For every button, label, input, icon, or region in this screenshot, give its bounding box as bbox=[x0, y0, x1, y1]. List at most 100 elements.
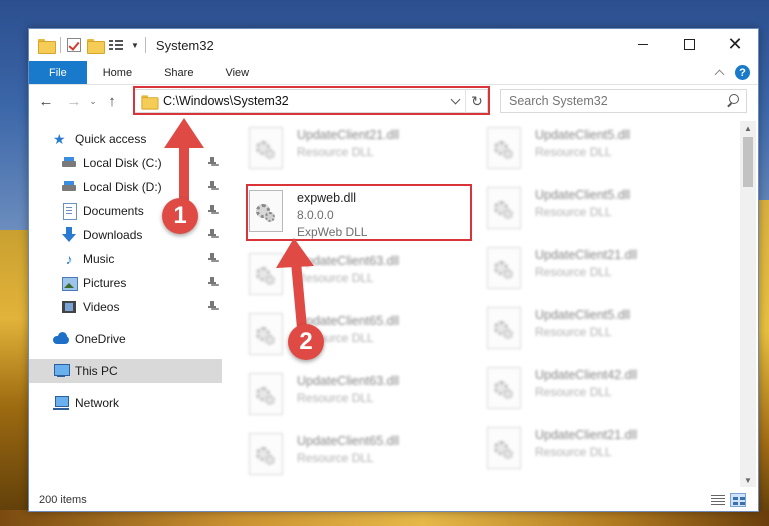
up-button[interactable]: ↑ bbox=[101, 90, 123, 112]
dll-file-icon bbox=[249, 313, 283, 355]
file-tile[interactable]: UpdateClient21.dll Resource DLL bbox=[487, 425, 717, 475]
file-tile[interactable]: UpdateClient63.dll Resource DLL bbox=[249, 251, 479, 301]
scrollbar-thumb[interactable] bbox=[743, 137, 753, 187]
sidebar-item-this-pc[interactable]: This PC bbox=[29, 359, 222, 383]
videos-icon bbox=[61, 299, 77, 315]
help-icon[interactable]: ? bbox=[735, 65, 750, 80]
address-folder-icon bbox=[141, 94, 159, 110]
file-tile[interactable]: UpdateClient5.dll Resource DLL bbox=[487, 125, 717, 175]
navigation-bar: ← → ⌄ ↑ C:\Windows\System32 ↻ bbox=[29, 85, 758, 117]
this-pc-icon bbox=[53, 363, 70, 379]
sidebar-item-label: This PC bbox=[75, 364, 118, 378]
recent-locations-button[interactable]: ⌄ bbox=[85, 90, 101, 112]
onedrive-icon bbox=[53, 331, 69, 347]
file-list: UpdateClient21.dll Resource DLL expweb.dl… bbox=[245, 121, 740, 487]
file-type: Resource DLL bbox=[297, 145, 374, 159]
address-path[interactable]: C:\Windows\System32 bbox=[163, 94, 447, 108]
file-tile[interactable]: UpdateClient42.dll Resource DLL bbox=[487, 365, 717, 415]
sidebar-item-label: Quick access bbox=[75, 132, 147, 146]
file-tile[interactable]: UpdateClient21.dll Resource DLL bbox=[487, 245, 717, 295]
file-type: Resource DLL bbox=[535, 265, 612, 279]
file-type: Resource DLL bbox=[297, 391, 374, 405]
tab-file[interactable]: File bbox=[29, 61, 87, 84]
dll-file-icon bbox=[249, 433, 283, 475]
tab-view[interactable]: View bbox=[209, 61, 265, 84]
file-tile[interactable]: UpdateClient65.dll Resource DLL bbox=[249, 311, 479, 361]
close-button[interactable]: ✕ bbox=[712, 29, 758, 59]
sidebar-item-pictures[interactable]: Pictures bbox=[29, 271, 222, 295]
address-dropdown-icon[interactable] bbox=[447, 90, 463, 112]
file-type: Resource DLL bbox=[535, 205, 612, 219]
dll-file-icon bbox=[249, 373, 283, 415]
file-name: UpdateClient65.dll bbox=[297, 434, 400, 448]
sidebar-item-local-disk-d[interactable]: Local Disk (D:) bbox=[29, 175, 222, 199]
file-name: UpdateClient21.dll bbox=[535, 428, 638, 442]
dll-file-icon bbox=[487, 367, 521, 409]
pin-icon[interactable] bbox=[208, 181, 216, 191]
file-tile[interactable]: UpdateClient5.dll Resource DLL bbox=[487, 305, 717, 355]
pin-icon[interactable] bbox=[208, 157, 216, 167]
dll-file-icon bbox=[487, 307, 521, 349]
pin-icon[interactable] bbox=[208, 229, 216, 239]
pictures-icon bbox=[61, 275, 78, 291]
search-box[interactable] bbox=[500, 89, 747, 113]
file-tile[interactable]: UpdateClient5.dll Resource DLL bbox=[487, 185, 717, 235]
pin-icon[interactable] bbox=[208, 205, 216, 215]
file-tile[interactable]: UpdateClient65.dll Resource DLL bbox=[249, 431, 479, 481]
ribbon-tabs: File Home Share View ? bbox=[29, 61, 758, 85]
sidebar-item-label: OneDrive bbox=[75, 332, 126, 346]
sidebar-item-onedrive[interactable]: OneDrive bbox=[29, 327, 222, 351]
maximize-button[interactable] bbox=[666, 29, 712, 59]
tab-home[interactable]: Home bbox=[87, 61, 148, 84]
sidebar-item-videos[interactable]: Videos bbox=[29, 295, 222, 319]
sidebar-item-label: Network bbox=[75, 396, 120, 410]
view-buttons bbox=[710, 493, 746, 507]
details-view-icon[interactable] bbox=[710, 493, 726, 507]
tab-share[interactable]: Share bbox=[148, 61, 209, 84]
file-name: expweb.dll bbox=[297, 191, 357, 205]
dll-file-icon bbox=[249, 190, 283, 232]
address-bar[interactable]: C:\Windows\System32 bbox=[134, 89, 488, 113]
folder-icon[interactable] bbox=[38, 38, 56, 54]
back-button[interactable]: ← bbox=[35, 90, 57, 112]
sidebar-item-local-disk-c[interactable]: Local Disk (C:) bbox=[29, 151, 222, 175]
file-tile[interactable]: UpdateClient21.dll Resource DLL bbox=[249, 125, 479, 175]
minimize-button[interactable] bbox=[620, 29, 666, 59]
toolbar-dropdown-icon[interactable]: ▼ bbox=[131, 41, 139, 50]
file-version: 8.0.0.0 bbox=[297, 208, 334, 222]
navigation-pane: ★ Quick access Local Disk (C:) Local Dis… bbox=[29, 121, 222, 487]
vertical-scrollbar[interactable]: ▲ ▼ bbox=[740, 121, 756, 487]
callout-step-2: 2 bbox=[288, 324, 324, 360]
title-separator bbox=[144, 37, 146, 53]
sidebar-item-label: Documents bbox=[83, 204, 144, 218]
search-input[interactable] bbox=[509, 94, 722, 108]
sidebar-item-network[interactable]: Network bbox=[29, 391, 222, 415]
window-title: System32 bbox=[155, 37, 214, 53]
dll-file-icon bbox=[487, 127, 521, 169]
file-name: UpdateClient21.dll bbox=[297, 128, 400, 142]
scroll-down-icon[interactable]: ▼ bbox=[740, 473, 756, 487]
scroll-up-icon[interactable]: ▲ bbox=[740, 121, 756, 135]
search-icon[interactable] bbox=[722, 90, 746, 112]
downloads-icon bbox=[61, 227, 77, 243]
pin-icon[interactable] bbox=[208, 253, 216, 263]
expand-ribbon-icon[interactable] bbox=[713, 66, 727, 80]
properties-check-icon[interactable] bbox=[67, 38, 81, 52]
customize-toolbar-icon[interactable] bbox=[109, 38, 125, 52]
sidebar-item-music[interactable]: ♪ Music bbox=[29, 247, 222, 271]
tiles-view-icon[interactable] bbox=[730, 493, 746, 507]
pin-icon[interactable] bbox=[208, 301, 216, 311]
file-tile[interactable]: UpdateClient63.dll Resource DLL bbox=[249, 371, 479, 421]
documents-icon bbox=[61, 203, 77, 220]
new-folder-icon[interactable] bbox=[87, 38, 105, 54]
disk-icon bbox=[61, 155, 77, 171]
quick-access-toolbar: ▼ bbox=[29, 37, 146, 54]
file-name: UpdateClient63.dll bbox=[297, 254, 400, 268]
pin-icon[interactable] bbox=[208, 277, 216, 287]
forward-button[interactable]: → bbox=[63, 90, 85, 112]
file-name: UpdateClient5.dll bbox=[535, 308, 631, 322]
sidebar-item-quick-access[interactable]: ★ Quick access bbox=[29, 127, 222, 151]
sidebar-item-label: Videos bbox=[83, 300, 120, 314]
refresh-button[interactable]: ↻ bbox=[465, 89, 488, 113]
file-tile-expweb[interactable]: expweb.dll 8.0.0.0 ExpWeb DLL bbox=[249, 188, 479, 239]
